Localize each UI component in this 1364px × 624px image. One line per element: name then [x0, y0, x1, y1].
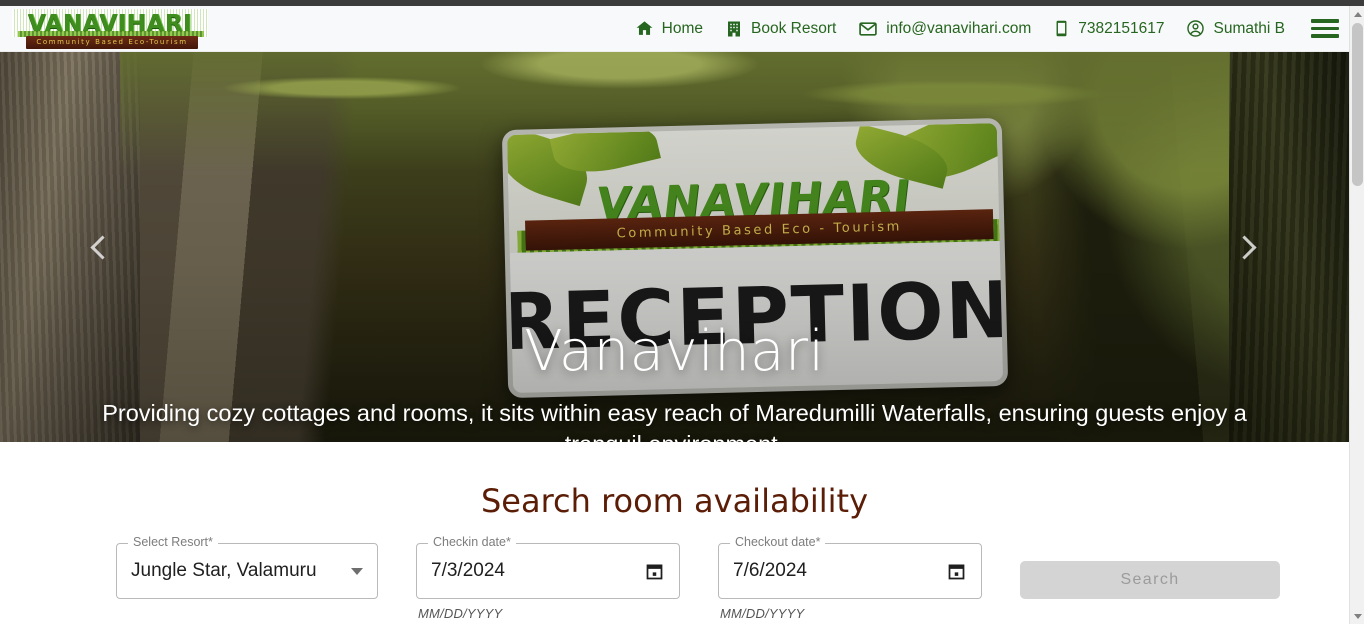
- site-logo[interactable]: VANAVIHARI Community Based Eco-Tourism: [12, 7, 208, 51]
- resort-select[interactable]: Select Resort* Jungle Star, Valamuru: [116, 536, 378, 599]
- nav-item-account-label: Sumathi B: [1213, 19, 1285, 37]
- checkout-date-input[interactable]: Checkout date* 7/6/2024: [718, 536, 982, 599]
- triangle-down-icon: [1353, 613, 1362, 619]
- hero-title: Vanavihari: [524, 319, 825, 384]
- nav-item-book-resort[interactable]: Book Resort: [725, 20, 836, 38]
- account-icon: [1186, 19, 1205, 38]
- page-root: VANAVIHARI Community Based Eco-Tourism H…: [0, 0, 1364, 624]
- search-button[interactable]: Search: [1020, 561, 1280, 599]
- carousel-prev-button[interactable]: [82, 227, 122, 267]
- chevron-down-icon[interactable]: [351, 567, 363, 575]
- scroll-up-button[interactable]: [1350, 6, 1364, 22]
- checkout-date-value: 7/6/2024: [733, 560, 807, 581]
- nav-item-home-label: Home: [661, 19, 703, 37]
- top-navbar: VANAVIHARI Community Based Eco-Tourism H…: [0, 6, 1349, 52]
- hamburger-bar: [1311, 26, 1339, 31]
- hamburger-bar: [1311, 34, 1339, 38]
- chevron-left-icon: [89, 234, 115, 260]
- email-icon: [858, 19, 878, 39]
- vertical-scrollbar[interactable]: [1349, 6, 1364, 624]
- nav-item-email[interactable]: info@vanavihari.com: [858, 19, 1031, 39]
- nav-item-email-label: info@vanavihari.com: [886, 19, 1032, 37]
- checkin-date-label: Checkin date*: [428, 536, 516, 549]
- search-availability-section: Search room availability Select Resort* …: [0, 442, 1349, 624]
- nav-item-book-resort-label: Book Resort: [751, 19, 837, 37]
- hero-caption: Vanavihari Providing cozy cottages and r…: [0, 319, 1349, 443]
- hamburger-menu-icon[interactable]: [1311, 17, 1339, 41]
- nav-item-phone-label: 7382151617: [1078, 19, 1165, 37]
- checkout-date-label: Checkout date*: [730, 536, 826, 549]
- nav-item-home[interactable]: Home: [635, 19, 703, 38]
- chevron-right-icon: [1231, 234, 1257, 260]
- resort-select-label: Select Resort*: [128, 536, 218, 549]
- phone-icon: [1053, 20, 1070, 37]
- checkout-date-field: Checkout date* 7/6/2024 MM/DD/YYYY: [718, 536, 982, 621]
- checkin-date-value: 7/3/2024: [431, 560, 505, 581]
- checkin-date-input[interactable]: Checkin date* 7/3/2024: [416, 536, 680, 599]
- hero-subtitle: Providing cozy cottages and rooms, it si…: [102, 400, 1247, 442]
- triangle-up-icon: [1353, 11, 1362, 17]
- search-form: Select Resort* Jungle Star, Valamuru Che…: [0, 536, 1349, 621]
- scroll-down-button[interactable]: [1350, 608, 1364, 624]
- resort-select-field: Select Resort* Jungle Star, Valamuru: [116, 536, 378, 599]
- home-icon: [635, 19, 654, 38]
- checkin-date-helper: MM/DD/YYYY: [418, 606, 503, 621]
- nav-item-phone[interactable]: 7382151617: [1053, 20, 1164, 37]
- hotel-icon: [725, 20, 743, 38]
- scrollbar-thumb[interactable]: [1352, 23, 1363, 186]
- nav-item-account[interactable]: Sumathi B: [1186, 19, 1285, 38]
- calendar-icon[interactable]: [644, 561, 665, 582]
- search-section-heading: Search room availability: [480, 482, 869, 520]
- checkin-date-field: Checkin date* 7/3/2024 MM/DD/YYYY: [416, 536, 680, 621]
- hamburger-bar: [1311, 19, 1339, 23]
- checkout-date-helper: MM/DD/YYYY: [720, 606, 805, 621]
- logo-tagline: Community Based Eco-Tourism: [26, 35, 198, 49]
- resort-select-value: Jungle Star, Valamuru: [131, 560, 317, 581]
- carousel-next-button[interactable]: [1224, 227, 1264, 267]
- calendar-icon[interactable]: [946, 561, 967, 582]
- hero-carousel: VANAVIHARI Community Based Eco - Tourism…: [0, 52, 1349, 442]
- navbar-links: Home Book Resort info@vanavihari.com 738…: [635, 17, 1349, 41]
